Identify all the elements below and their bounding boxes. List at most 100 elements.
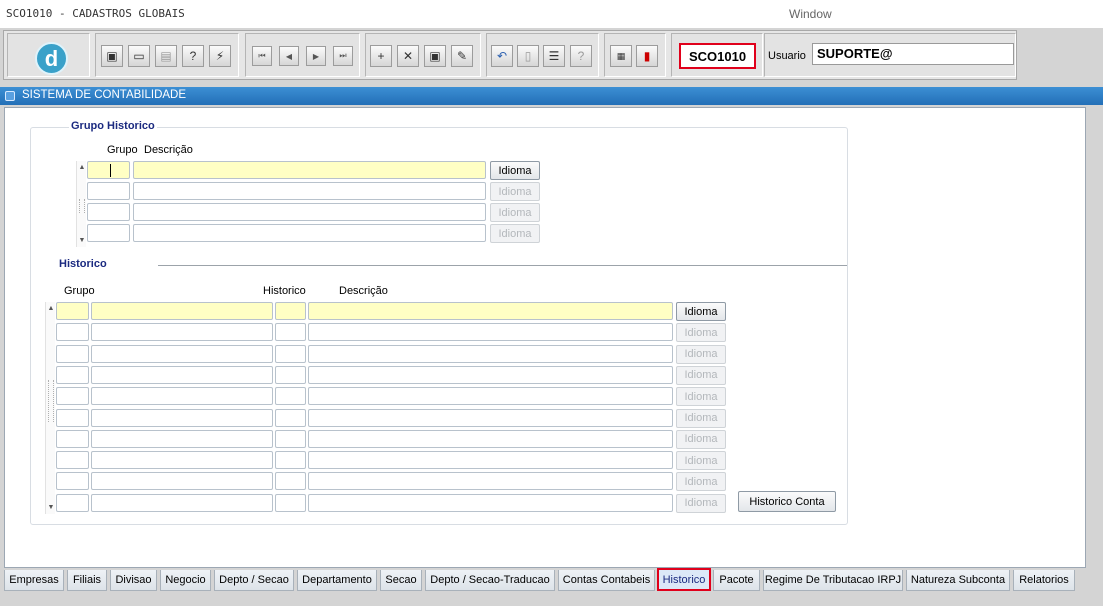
historico-grupo-desc-field[interactable]	[91, 302, 273, 320]
tab-contas-contabeis[interactable]: Contas Contabeis	[558, 570, 655, 591]
scroll-thumb[interactable]	[79, 199, 85, 213]
menu-icon[interactable]: ▦	[610, 45, 632, 67]
historico-descricao-field[interactable]	[308, 387, 673, 406]
tab-natureza-subconta[interactable]: Natureza Subconta	[906, 570, 1010, 591]
historico-grupo-field[interactable]	[56, 365, 89, 384]
idioma-button[interactable]: Idioma	[676, 451, 726, 471]
historico-code-field[interactable]	[275, 408, 306, 427]
window-menu[interactable]: Window	[789, 7, 832, 21]
descricao-field[interactable]	[133, 161, 486, 179]
historico-conta-button[interactable]: Historico Conta	[738, 491, 836, 512]
undo-icon[interactable]: ↶	[491, 45, 513, 67]
idioma-button[interactable]: Idioma	[490, 182, 540, 201]
tab-secao[interactable]: Secao	[380, 570, 422, 591]
historico-grupo-desc-field[interactable]	[91, 472, 273, 491]
historico-code-field[interactable]	[275, 387, 306, 406]
historico-grupo-field[interactable]	[56, 472, 89, 491]
grupo-field[interactable]	[87, 182, 130, 200]
next-record-icon[interactable]: ▶	[306, 46, 326, 66]
grupo-field[interactable]	[87, 224, 130, 242]
historico-descricao-field[interactable]	[308, 323, 673, 342]
first-record-icon[interactable]: ⏮	[252, 46, 272, 66]
historico-scrollbar[interactable]: ▲ ▼	[45, 302, 55, 514]
historico-descricao-field[interactable]	[308, 493, 673, 512]
tab-depto-secao-traducao[interactable]: Depto / Secao-Traducao	[425, 570, 555, 591]
tab-departamento[interactable]: Departamento	[297, 570, 377, 591]
historico-grupo-field[interactable]	[56, 429, 89, 448]
idioma-button[interactable]: Idioma	[676, 429, 726, 449]
print-preview-icon[interactable]: ▭	[128, 45, 150, 67]
historico-descricao-field[interactable]	[308, 451, 673, 470]
grupo-field[interactable]	[87, 161, 130, 179]
historico-descricao-field[interactable]	[308, 408, 673, 427]
historico-grupo-field[interactable]	[56, 323, 89, 342]
historico-code-field[interactable]	[275, 451, 306, 470]
previous-record-icon[interactable]: ◀	[279, 46, 299, 66]
idioma-button[interactable]: Idioma	[676, 408, 726, 428]
clear-record-icon[interactable]: ✎	[451, 45, 473, 67]
historico-descricao-field[interactable]	[308, 365, 673, 384]
idioma-button[interactable]: Idioma	[490, 161, 540, 180]
scroll-down-icon[interactable]: ▼	[78, 237, 86, 245]
tab-pacote[interactable]: Pacote	[713, 570, 760, 591]
historico-grupo-field[interactable]	[56, 451, 89, 470]
idioma-button[interactable]: Idioma	[490, 224, 540, 243]
save-icon[interactable]: ▣	[101, 45, 123, 67]
tab-depto-secao[interactable]: Depto / Secao	[214, 570, 294, 591]
historico-grupo-field[interactable]	[56, 387, 89, 406]
delete-record-icon[interactable]: ✕	[397, 45, 419, 67]
historico-grupo-desc-field[interactable]	[91, 323, 273, 342]
historico-grupo-desc-field[interactable]	[91, 493, 273, 512]
tab-historico[interactable]: Historico	[657, 568, 711, 591]
exit-icon[interactable]: ▮	[636, 45, 658, 67]
historico-code-field[interactable]	[275, 302, 306, 320]
insert-record-icon[interactable]: +	[370, 45, 392, 67]
historico-grupo-desc-field[interactable]	[91, 344, 273, 363]
historico-grupo-field[interactable]	[56, 493, 89, 512]
idioma-button[interactable]: Idioma	[676, 472, 726, 492]
scroll-thumb[interactable]	[48, 380, 54, 422]
window-icon[interactable]	[5, 91, 15, 101]
historico-grupo-field[interactable]	[56, 302, 89, 320]
idioma-button[interactable]: Idioma	[490, 203, 540, 222]
historico-grupo-field[interactable]	[56, 344, 89, 363]
historico-grupo-desc-field[interactable]	[91, 451, 273, 470]
scroll-up-icon[interactable]: ▲	[47, 305, 55, 313]
execute-query-icon[interactable]: ⚡	[209, 45, 231, 67]
idioma-button[interactable]: Idioma	[676, 493, 726, 513]
historico-descricao-field[interactable]	[308, 344, 673, 363]
tab-negocio[interactable]: Negocio	[160, 570, 211, 591]
duplicate-record-icon[interactable]: ▣	[424, 45, 446, 67]
grupo-field[interactable]	[87, 203, 130, 221]
historico-grupo-desc-field[interactable]	[91, 387, 273, 406]
historico-code-field[interactable]	[275, 344, 306, 363]
scroll-down-icon[interactable]: ▼	[47, 504, 55, 512]
tab-filiais[interactable]: Filiais	[67, 570, 107, 591]
idioma-button[interactable]: Idioma	[676, 344, 726, 364]
idioma-button[interactable]: Idioma	[676, 387, 726, 407]
paste-icon[interactable]: ▯	[517, 45, 539, 67]
tab-empresas[interactable]: Empresas	[4, 570, 64, 591]
help-icon[interactable]: ?	[570, 45, 592, 67]
historico-grupo-desc-field[interactable]	[91, 429, 273, 448]
descricao-field[interactable]	[133, 224, 486, 242]
list-values-icon[interactable]: ☰	[543, 45, 565, 67]
tab-divisao[interactable]: Divisao	[110, 570, 157, 591]
historico-descricao-field[interactable]	[308, 472, 673, 491]
historico-descricao-field[interactable]	[308, 302, 673, 320]
tab-relatorios[interactable]: Relatorios	[1013, 570, 1075, 591]
historico-grupo-desc-field[interactable]	[91, 408, 273, 427]
query-help-icon[interactable]: ?	[182, 45, 204, 67]
print-icon[interactable]: ▤	[155, 45, 177, 67]
tab-regime-de-tributacao-irpj[interactable]: Regime De Tributacao IRPJ	[763, 570, 903, 591]
historico-grupo-desc-field[interactable]	[91, 365, 273, 384]
idioma-button[interactable]: Idioma	[676, 323, 726, 343]
scroll-up-icon[interactable]: ▲	[78, 164, 86, 172]
historico-grupo-field[interactable]	[56, 408, 89, 427]
historico-code-field[interactable]	[275, 365, 306, 384]
idioma-button[interactable]: Idioma	[676, 365, 726, 385]
descricao-field[interactable]	[133, 182, 486, 200]
historico-code-field[interactable]	[275, 472, 306, 491]
grupo-historico-scrollbar[interactable]: ▲ ▼	[76, 161, 86, 247]
historico-code-field[interactable]	[275, 429, 306, 448]
